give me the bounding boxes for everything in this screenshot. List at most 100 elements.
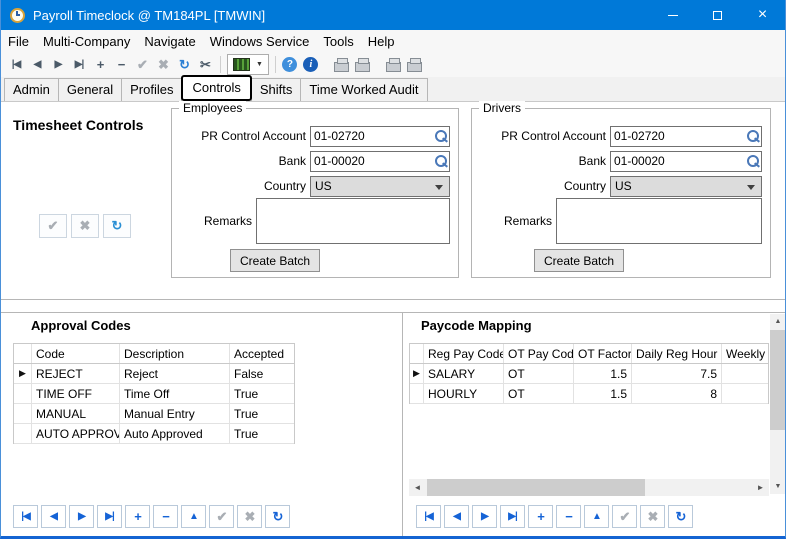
nav-delete-button[interactable]: − [153,505,178,528]
pane-splitter[interactable] [402,312,403,536]
table-row[interactable]: HOURLY OT 1.5 8 [410,384,768,404]
nav-refresh-button[interactable]: ↻ [668,505,693,528]
insert-record-button[interactable]: + [90,54,110,75]
nav-insert-button[interactable]: + [528,505,553,528]
scroll-down-arrow[interactable]: ▼ [770,479,786,494]
stamp-2-button[interactable] [405,54,425,75]
nav-refresh-button[interactable]: ↻ [265,505,290,528]
cut-button[interactable]: ✂ [195,54,215,75]
table-row[interactable]: MANUAL Manual Entry True [14,404,294,424]
menu-file[interactable]: File [1,32,36,51]
nav-next-button[interactable]: ▶ [69,505,94,528]
refresh-button[interactable]: ↻ [174,54,194,75]
table-row[interactable]: ▶ REJECT Reject False [14,364,294,384]
nav-last-button[interactable]: ▶| [500,505,525,528]
nav-next-button[interactable]: ▶ [472,505,497,528]
nav-prior-button[interactable]: ◀ [444,505,469,528]
minimize-icon [668,15,678,16]
vertical-scrollbar[interactable]: ▲ ▼ [770,314,786,494]
table-row[interactable]: ▶ SALARY OT 1.5 7.5 [410,364,768,384]
minus-icon: − [162,509,169,524]
scrollbar-thumb[interactable] [770,330,786,430]
current-row-marker-icon: ▶ [410,364,424,383]
menu-help[interactable]: Help [361,32,402,51]
menu-navigate[interactable]: Navigate [137,32,202,51]
employees-pr-control-account-input[interactable] [311,127,433,146]
nav-post-button[interactable]: ✔ [612,505,637,528]
menu-multi-company[interactable]: Multi-Company [36,32,137,51]
horizontal-scrollbar[interactable]: ◄ ► [409,479,769,496]
tab-bar: Admin General Profiles Controls Shifts T… [1,77,785,102]
lookup-icon[interactable] [433,152,449,171]
nav-cancel-button[interactable]: ✖ [640,505,665,528]
tab-time-worked-audit[interactable]: Time Worked Audit [300,78,427,101]
refresh-icon: ↻ [179,57,189,73]
last-record-button[interactable]: ▶| [69,54,89,75]
about-button[interactable]: i [301,54,321,75]
app-window: Payroll Timeclock @ TM184PL [TMWIN] × Fi… [0,0,786,539]
cell-code: REJECT [32,364,120,383]
scroll-left-arrow[interactable]: ◄ [409,479,426,496]
prior-record-button[interactable]: ◀ [27,54,47,75]
scrollbar-thumb[interactable] [427,479,645,496]
scroll-up-arrow[interactable]: ▲ [770,314,786,329]
maximize-button[interactable] [695,0,740,30]
close-button[interactable]: × [740,0,785,30]
menu-tools[interactable]: Tools [316,32,360,51]
tab-controls[interactable]: Controls [181,75,251,101]
help-button[interactable]: ? [280,54,300,75]
delete-record-button[interactable]: − [111,54,131,75]
nav-post-button[interactable]: ✔ [209,505,234,528]
country-row: Country US [172,175,458,197]
nav-first-button[interactable]: |◀ [416,505,441,528]
first-record-icon: |◀ [424,511,433,522]
cancel-edit-button[interactable]: ✖ [71,214,99,238]
nav-last-button[interactable]: ▶| [97,505,122,528]
bank-row: Bank [172,150,458,172]
tab-shifts[interactable]: Shifts [251,78,302,101]
create-batch-button[interactable]: Create Batch [230,249,320,272]
drivers-pr-control-account-input[interactable] [611,127,745,146]
tab-admin[interactable]: Admin [4,78,59,101]
post-edit-button[interactable]: ✔ [39,214,67,238]
minimize-button[interactable] [650,0,695,30]
drivers-country-select[interactable]: US [610,176,762,197]
table-row[interactable]: TIME OFF Time Off True [14,384,294,404]
table-row[interactable]: AUTO APPROV Auto Approved True [14,424,294,444]
lookup-icon[interactable] [433,127,449,146]
drivers-bank-input[interactable] [611,152,745,171]
nav-first-button[interactable]: |◀ [13,505,38,528]
nav-prior-button[interactable]: ◀ [41,505,66,528]
employees-remarks-textarea[interactable] [256,198,450,244]
next-record-button[interactable]: ▶ [48,54,68,75]
scroll-right-arrow[interactable]: ► [752,479,769,496]
stamp-button[interactable] [384,54,404,75]
drivers-remarks-textarea[interactable] [556,198,762,244]
pr-control-account-label: PR Control Account [472,129,610,143]
nav-cancel-button[interactable]: ✖ [237,505,262,528]
post-edit-button[interactable]: ✔ [132,54,152,75]
nav-edit-button[interactable]: ▲ [584,505,609,528]
nav-insert-button[interactable]: + [125,505,150,528]
refresh-button[interactable]: ↻ [103,214,131,238]
print-preview-button[interactable] [353,54,373,75]
lookup-icon[interactable] [745,127,761,146]
create-batch-button[interactable]: Create Batch [534,249,624,272]
tab-profiles[interactable]: Profiles [121,78,182,101]
menu-windows-service[interactable]: Windows Service [203,32,317,51]
close-icon: × [758,7,767,23]
company-selector-dropdown[interactable]: ▼ [227,54,269,75]
nav-delete-button[interactable]: − [556,505,581,528]
nav-edit-button[interactable]: ▲ [181,505,206,528]
pr-control-account-row: PR Control Account [472,125,770,147]
employees-country-select[interactable]: US [310,176,450,197]
employees-bank-input[interactable] [311,152,433,171]
drivers-legend: Drivers [479,101,525,115]
print-button[interactable] [332,54,352,75]
lookup-icon[interactable] [745,152,761,171]
cancel-edit-button[interactable]: ✖ [153,54,173,75]
column-header-weekly: Weekly [722,344,768,363]
first-record-button[interactable]: |◀ [6,54,26,75]
column-header-ot-factor: OT Factor [574,344,632,363]
tab-general[interactable]: General [58,78,122,101]
